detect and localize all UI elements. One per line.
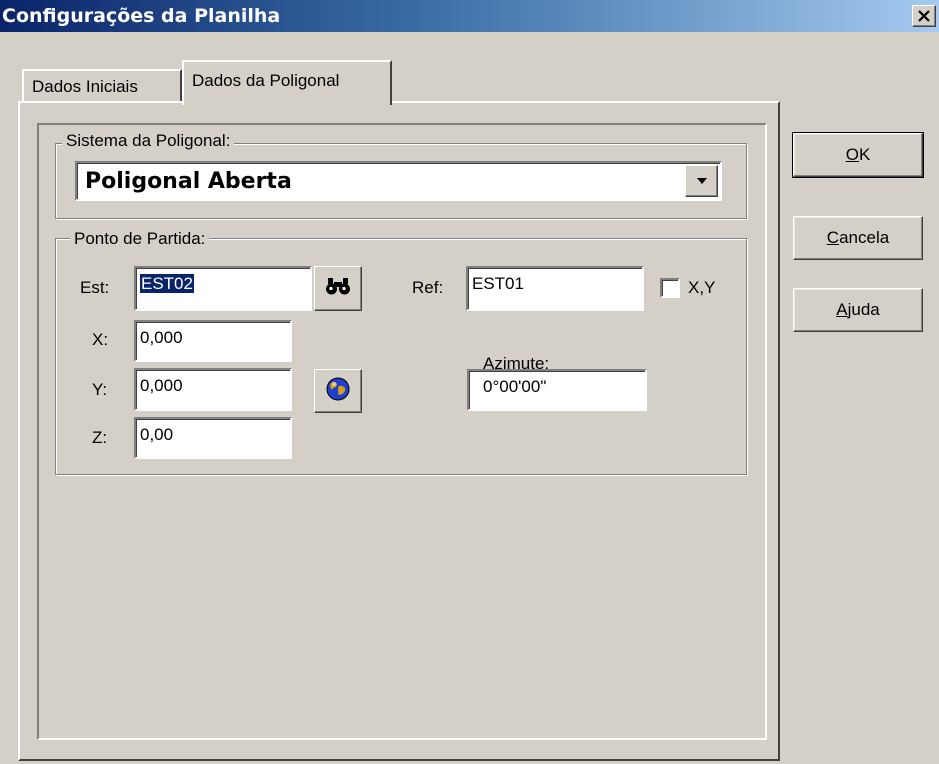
tab-dados-da-poligonal-label: Dados da Poligonal [192,71,340,90]
close-button[interactable] [912,5,936,27]
sistema-select[interactable]: Poligonal Aberta [75,161,722,201]
x-value: 0,000 [140,328,183,347]
ajuda-button[interactable]: Ajuda [793,288,923,332]
ref-field[interactable]: EST01 [466,266,644,311]
search-button[interactable] [314,266,362,311]
close-icon [918,7,930,25]
ok-mnemonic: O [845,145,859,164]
cancela-button[interactable]: Cancela [793,216,923,260]
ref-value: EST01 [472,274,524,293]
tab-dados-iniciais-label: Dados Iniciais [32,77,138,96]
ok-button[interactable]: OK [792,132,924,178]
globe-icon [325,376,351,407]
binoculars-icon [325,276,351,301]
x-label: X: [92,330,109,349]
y-value: 0,000 [140,376,183,395]
chevron-down-icon [696,174,708,188]
ref-label: Ref: [412,278,444,297]
sistema-dropdown-button[interactable] [685,165,718,197]
z-label: Z: [92,428,108,447]
z-field[interactable]: 0,00 [134,417,292,459]
cancela-mnemonic: C [826,228,840,247]
sistema-legend: Sistema da Poligonal: [62,131,235,151]
sistema-selected-value: Poligonal Aberta [85,169,292,194]
title-bar[interactable]: Configurações da Planilha [0,0,939,32]
y-field[interactable]: 0,000 [134,368,292,411]
est-label: Est: [80,278,110,297]
azimute-value: 0°00'00" [483,377,547,396]
est-value: EST02 [140,274,194,293]
x-field[interactable]: 0,000 [134,320,292,362]
xy-label: X,Y [688,278,716,297]
globe-button[interactable] [314,369,362,413]
est-field[interactable]: EST02 [134,266,312,311]
tab-dados-da-poligonal[interactable]: Dados da Poligonal [182,60,392,105]
z-value: 0,00 [140,425,174,444]
window-title: Configurações da Planilha [2,5,281,27]
azimute-field[interactable]: 0°00'00" [467,369,647,411]
xy-checkbox[interactable] [660,278,680,298]
ok-label-rest: K [858,145,871,164]
ajuda-label-rest: juda [847,300,880,319]
tab-dados-iniciais[interactable]: Dados Iniciais [22,69,182,103]
y-label: Y: [92,380,108,399]
ajuda-mnemonic: A [836,300,848,319]
ponto-legend: Ponto de Partida: [70,229,210,249]
cancela-label-rest: ancela [839,228,890,247]
